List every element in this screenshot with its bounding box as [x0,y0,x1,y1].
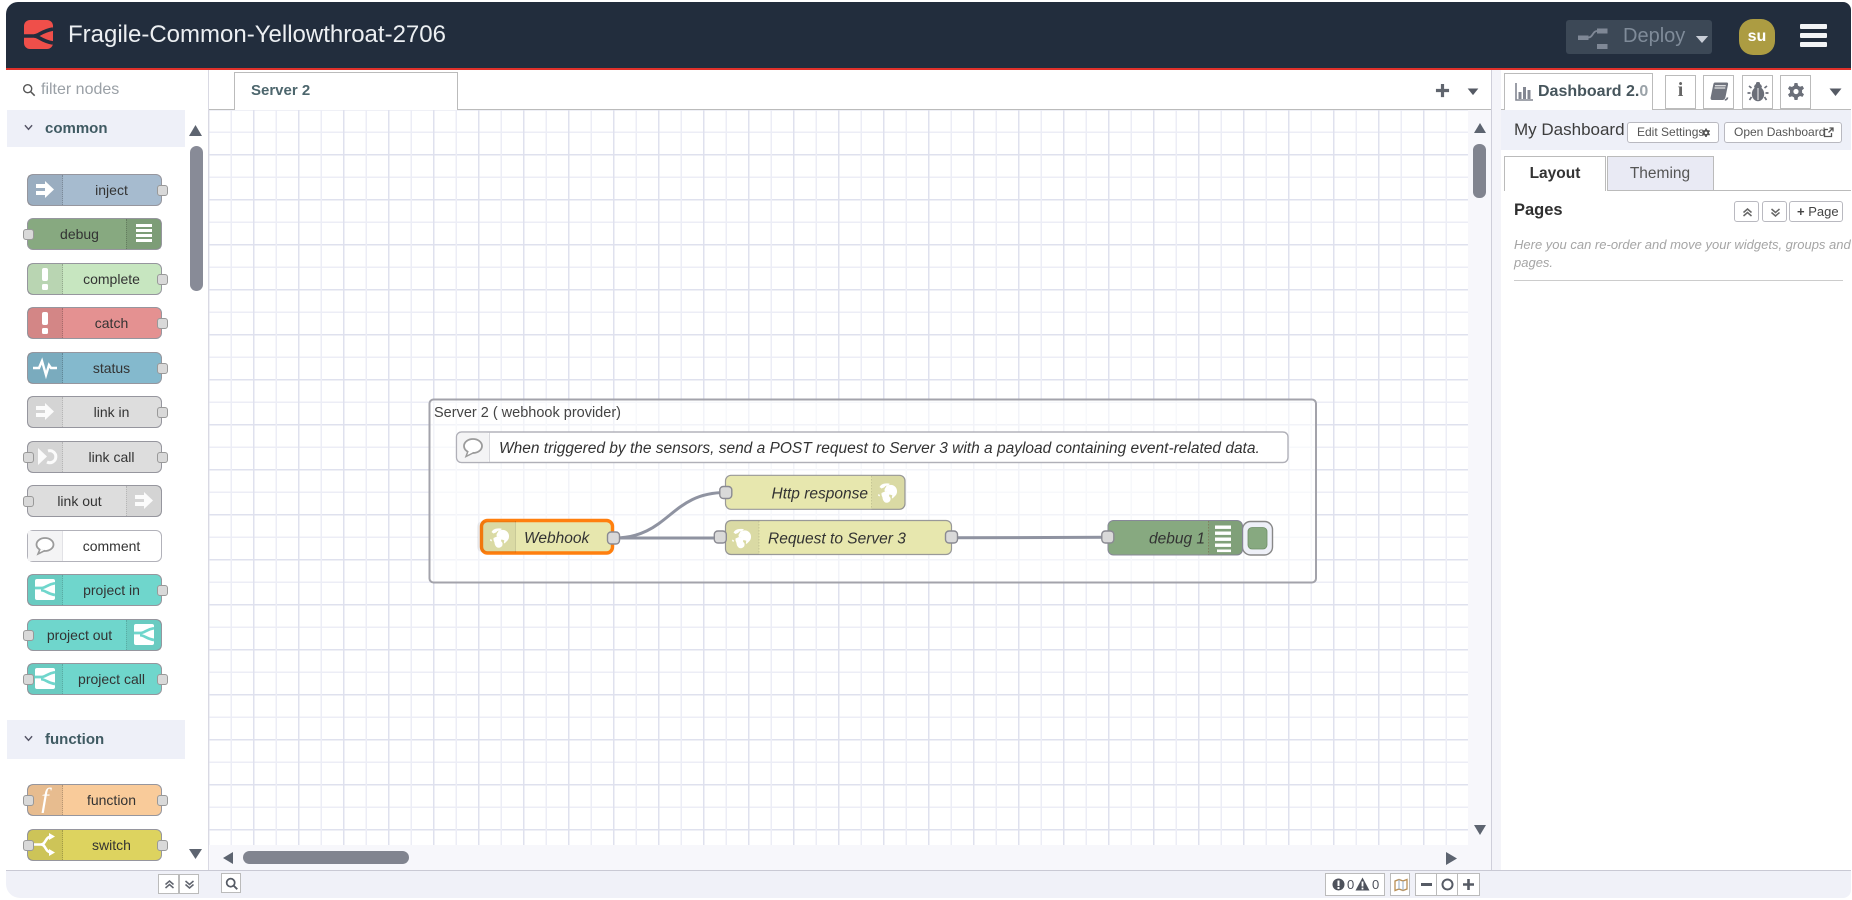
svg-text:When triggered by the sensors,: When triggered by the sensors, send a PO… [499,440,1260,457]
svg-text:debug 1: debug 1 [1149,531,1205,548]
svg-text:Server 2 ( webhook provider): Server 2 ( webhook provider) [434,405,621,421]
svg-text:Request to Server 3: Request to Server 3 [768,531,906,548]
svg-text:Webhook: Webhook [524,530,590,547]
svg-text:Http response: Http response [772,486,869,503]
